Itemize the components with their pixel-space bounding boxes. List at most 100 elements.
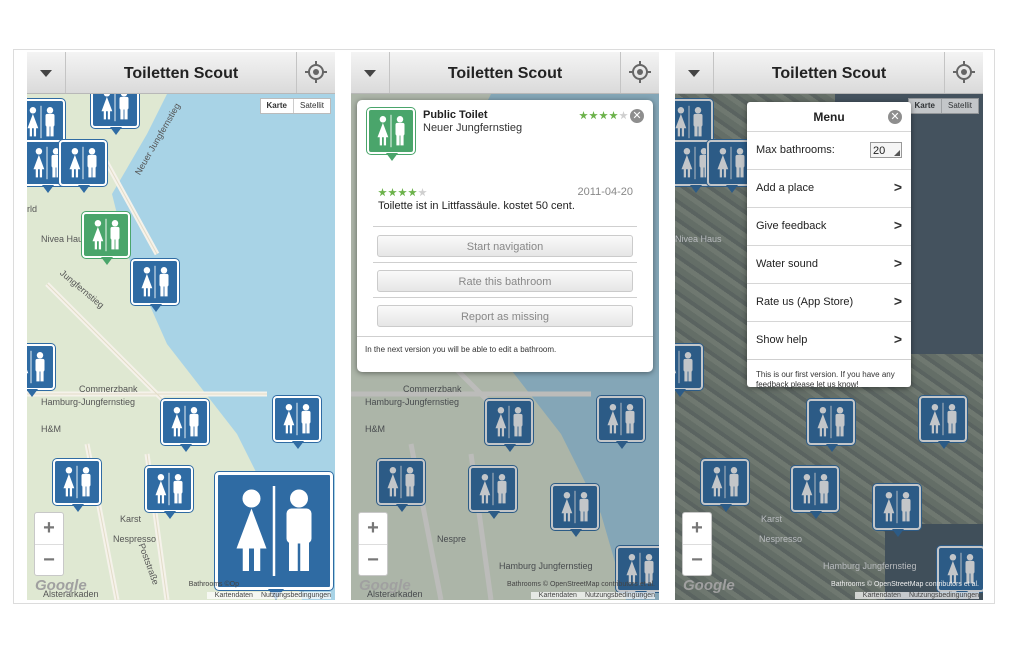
divider [357,336,653,337]
rating-stars [579,111,629,120]
map-data-link[interactable]: Kartendaten [539,592,577,599]
star-icon [398,188,407,197]
menu-item-give-feedback[interactable]: Give feedback > [747,207,911,245]
map-label: Commerzbank [79,384,138,394]
toilet-icon [63,465,91,499]
app-title: Toiletten Scout [123,65,239,82]
start-navigation-button[interactable]: Start navigation [377,235,633,257]
bathroom-address: Neuer Jungfernstieg [423,122,523,134]
rate-bathroom-button[interactable]: Rate this bathroom [377,270,633,292]
map-data-link[interactable]: Kartendaten [863,592,901,599]
zoom-out-button[interactable]: − [35,545,63,576]
map-label: Nivea Haus [41,234,88,244]
toilet-pin[interactable] [273,396,321,449]
toilet-icon [27,350,45,384]
star-icon [418,188,427,197]
divider [373,297,637,298]
zoom-in-button[interactable]: + [35,513,63,545]
toilet-pin[interactable] [53,459,101,512]
toilet-pin[interactable] [161,399,209,452]
map-attribution: Bathrooms © OpenStreetMap contributors e… [831,581,979,588]
toilet-icon [155,472,183,506]
crosshair-icon [629,61,651,83]
toilet-pin-large[interactable] [215,472,333,600]
close-icon[interactable]: ✕ [888,110,902,124]
chevron-right-icon: > [893,217,902,233]
bathroom-detail-popup: Public Toilet Neuer Jungfernstieg ✕ 2011… [357,100,653,372]
toilet-icon [69,146,97,180]
map[interactable]: Neuer Jungfernstieg rld Nivea Haus Jungf… [27,94,335,600]
toilet-pin-selected[interactable] [82,212,130,265]
star-icon [589,111,598,120]
app-bar: Toiletten Scout [351,52,659,94]
menu-item-label: Show help [756,334,808,346]
menu-item-rate-us[interactable]: Rate us (App Store) > [747,283,911,321]
menu-dropdown-button[interactable] [27,52,66,93]
toilet-pin[interactable] [27,99,65,152]
map-type-karte[interactable]: Karte [261,99,294,113]
crosshair-icon [305,61,327,83]
menu-item-label: Rate us (App Store) [756,296,854,308]
toilet-pin[interactable] [59,140,107,193]
locate-button[interactable] [296,52,335,93]
menu-item-label: Add a place [756,182,815,194]
zoom-control: + − [682,512,712,576]
app-bar: Toiletten Scout [27,52,335,94]
menu-item-add-place[interactable]: Add a place > [747,169,911,207]
app-title: Toiletten Scout [771,65,887,82]
menu-item-label: Give feedback [756,220,827,232]
map-type-satellit[interactable]: Satellit [294,99,330,113]
map-terms: Kartendaten Nutzungsbedingungen [530,592,655,599]
toilet-icon [236,486,312,576]
map-attribution: Bathrooms ©Op [188,581,239,588]
menu-dropdown-button[interactable] [675,52,714,93]
terms-of-use-link[interactable]: Nutzungsbedingungen [585,592,655,599]
toilet-pin[interactable] [91,94,139,135]
chevron-right-icon: > [893,293,902,309]
close-icon[interactable]: ✕ [630,109,644,123]
map-terms: Kartendaten Nutzungsbedingungen [854,592,979,599]
toilet-icon [141,265,169,299]
zoom-out-button[interactable]: − [683,545,711,576]
zoom-control: + − [34,512,64,576]
menu-title: Menu [813,110,845,124]
toilet-pin[interactable] [145,466,193,519]
map-data-link[interactable]: Kartendaten [215,592,253,599]
star-icon [619,111,628,120]
menu-note: This is our first version. If you have a… [756,370,895,389]
terms-of-use-link[interactable]: Nutzungsbedingungen [909,592,979,599]
toilet-pin[interactable] [131,259,179,312]
crosshair-icon [953,61,975,83]
map-label: Karst [120,514,142,524]
phone-detail-view: Toiletten Scout Commerzbank Hamburg-Jung… [351,52,659,600]
report-missing-button[interactable]: Report as missing [377,305,633,327]
main-menu: Menu ✕ Max bathrooms: 20 Add a place > Gi… [747,102,911,389]
zoom-out-button[interactable]: − [359,545,387,576]
app-bar: Toiletten Scout [675,52,983,94]
menu-item-water-sound[interactable]: Water sound > [747,245,911,283]
star-icon [579,111,588,120]
version-note: In the next version you will be able to … [365,345,557,354]
divider [373,226,637,227]
zoom-in-button[interactable]: + [359,513,387,545]
locate-button[interactable] [620,52,659,93]
map-type-toggle[interactable]: Karte Satellit [259,98,331,114]
zoom-in-button[interactable]: + [683,513,711,545]
menu-item-show-help[interactable]: Show help > [747,321,911,359]
max-bathrooms-select[interactable]: 20 [870,142,902,158]
app-title: Toiletten Scout [447,65,563,82]
phone-menu-view: Toiletten Scout Karte Satellit Nivea Hau… [675,52,983,600]
toilet-pin[interactable] [27,344,55,397]
review-stars [378,188,428,197]
google-logo: Google [359,577,411,594]
chevron-right-icon: > [893,331,902,347]
zoom-control: + − [358,512,388,576]
map-label: rld [27,204,38,214]
toilet-pin-selected-icon [367,108,415,161]
terms-of-use-link[interactable]: Nutzungsbedingungen [261,592,331,599]
bathroom-name: Public Toilet [423,109,488,121]
review-date: 2011-04-20 [577,186,633,198]
menu-dropdown-button[interactable] [351,52,390,93]
toilet-icon [101,94,129,122]
locate-button[interactable] [944,52,983,93]
